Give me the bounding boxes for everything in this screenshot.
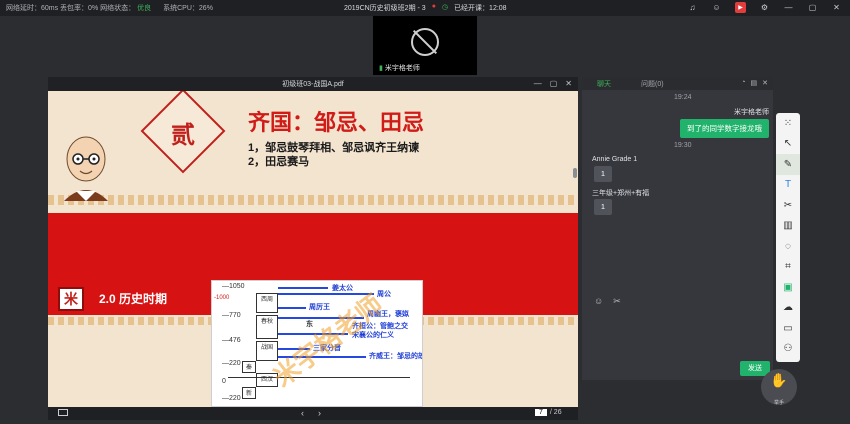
raise-hand-label: 举手 <box>773 400 784 406</box>
timeline-tick: —220 <box>222 395 241 402</box>
record-indicator-icon: ● <box>431 3 436 10</box>
tab-chat[interactable]: 聊天 <box>597 79 611 89</box>
scissors-icon[interactable]: ✂ <box>776 195 800 216</box>
timeline-label: 齐威王：邹忌的故事、田忌赛马 <box>369 353 422 360</box>
document-footer: ‹ › 7/ 26 <box>48 407 578 420</box>
bell-icon[interactable]: ♫ <box>687 2 698 13</box>
timeline-tick: —220 <box>222 360 241 367</box>
screenshot-icon[interactable]: ✂ <box>613 296 621 307</box>
document-titlebar: 初级班03-战国A.pdf — ▢ ✕ <box>48 77 578 91</box>
message-sender: 米宇格老师 <box>734 109 769 116</box>
minimize-icon[interactable]: — <box>534 79 542 88</box>
page-total: / 26 <box>549 409 562 416</box>
timeline-tick: —476 <box>222 337 241 344</box>
teacher-name-tag: ▮ 米宇格老师 <box>379 65 420 72</box>
pen-icon[interactable]: ✎ <box>776 154 800 175</box>
period-box: 西周 <box>256 293 278 313</box>
eraser-icon[interactable]: ◌ <box>776 236 800 257</box>
tab-questions[interactable]: 问题(0) <box>641 79 664 89</box>
timestamp: 19:30 <box>674 142 692 149</box>
message-bubble: 到了的同学数字接龙哦 <box>680 119 769 138</box>
timeline-tick: -1000 <box>214 295 230 301</box>
hand-icon: ✋ <box>770 372 788 388</box>
chat-panel: 聊天 问题(0) ◔ ▤ ✕ 19:24 米宇格老师 到了的同学数字接龙哦 19… <box>582 77 773 380</box>
timeline-arrow <box>278 307 306 309</box>
text-icon[interactable]: T <box>776 175 800 196</box>
chat-bubble-icon[interactable]: ▣ <box>776 277 800 298</box>
user-icon[interactable]: ☺ <box>711 2 722 13</box>
slide-point-2: 2，田忌赛马 <box>248 156 310 168</box>
trash-icon[interactable]: ▥ <box>776 216 800 237</box>
close-icon[interactable]: ✕ <box>565 79 572 88</box>
chat-bubble-icon[interactable]: ◔ <box>741 79 745 87</box>
group-icon[interactable]: ⚇ <box>776 339 800 360</box>
thumbnail-toggle-icon[interactable] <box>58 409 68 416</box>
message-sender: 三年级+郑州+有福 <box>592 190 650 197</box>
section-title: 2.0 历史时期 <box>99 292 168 306</box>
cloud-icon[interactable]: ☁ <box>776 298 800 319</box>
close-icon[interactable]: ✕ <box>831 2 842 13</box>
close-icon[interactable]: ✕ <box>762 79 768 87</box>
scrollbar[interactable] <box>573 168 577 178</box>
course-title: 2019CN历史初级班2期 - 3 <box>344 5 426 12</box>
teacher-cartoon-avatar <box>64 136 108 201</box>
document-viewer: 初级班03-战国A.pdf — ▢ ✕ 贰 齐国：邹忌、田忌 1，邹忌鼓琴拜相、… <box>48 77 578 420</box>
prev-page-icon[interactable]: ‹ <box>301 408 304 418</box>
timestamp: 19:24 <box>674 94 692 101</box>
pattern-border <box>48 195 578 205</box>
section-badge: 米 <box>58 287 84 311</box>
message-bubble: 1 <box>594 199 612 215</box>
minimize-icon[interactable]: — <box>783 2 794 13</box>
period-box: 春秋 <box>256 315 278 339</box>
next-page-icon[interactable]: › <box>318 408 321 418</box>
timeline-tick: —770 <box>222 312 241 319</box>
period-box: 秦 <box>242 361 256 373</box>
history-timeline: —1050 -1000 —770 —476 —220 0 —220 西周 春秋 … <box>211 280 423 407</box>
slide-canvas[interactable]: 贰 齐国：邹忌、田忌 1，邹忌鼓琴拜相、邹忌讽齐王纳谏 2，田忌赛马 米 2.0… <box>48 91 578 407</box>
timeline-label: 周厉王 <box>309 304 330 311</box>
document-icon[interactable]: ▤ <box>751 79 758 87</box>
whiteboard-toolbar: ⁙ ↖ ✎ T ✂ ▥ ◌ ⌗ ▣ ☁ ▭ ⚇ <box>776 113 800 362</box>
slide-title: 齐国：邹忌、田忌 <box>248 110 425 136</box>
timeline-label: 周公 <box>377 291 391 298</box>
raise-hand-button[interactable]: ✋ 举手 <box>761 369 797 406</box>
record-icon[interactable]: ▶ <box>735 2 746 13</box>
timeline-tick: —1050 <box>222 283 245 290</box>
document-filename: 初级班03-战国A.pdf <box>282 81 344 88</box>
page-input[interactable]: 7 <box>535 409 547 416</box>
timeline-tick: 0 <box>222 378 226 385</box>
camera-off-icon <box>411 28 439 56</box>
message-sender: Annie Grade 1 <box>592 156 638 163</box>
teacher-video[interactable]: ▮ 米宇格老师 <box>373 16 477 75</box>
section-number: 贰 <box>171 120 195 149</box>
maximize-icon[interactable]: ▢ <box>550 79 558 88</box>
timeline-arrow <box>278 287 328 289</box>
status-bar: 网络延时：60ms 丢包率：0% 网络状态： 优良 系统CPU：26% 2019… <box>0 0 850 16</box>
page-indicator: 7/ 26 <box>535 409 562 416</box>
timeline-label: 姜太公 <box>332 285 353 292</box>
network-status: 优良 <box>137 5 152 12</box>
message-bubble: 1 <box>594 166 612 182</box>
cpu-usage: 系统CPU：26% <box>163 5 213 12</box>
maximize-icon[interactable]: ▢ <box>807 2 818 13</box>
emoji-icon[interactable]: ☺ <box>594 296 603 307</box>
network-stats: 网络延时：60ms 丢包率：0% 网络状态： <box>6 5 136 12</box>
laser-pointer-icon[interactable]: ⁙ <box>776 113 800 134</box>
zero-line <box>228 377 410 378</box>
select-icon[interactable]: ↖ <box>776 134 800 155</box>
period-box: 新 <box>242 387 256 399</box>
chart-icon[interactable]: ⌗ <box>776 257 800 278</box>
class-time: 已经开课：12:08 <box>454 5 507 12</box>
gear-icon[interactable]: ⚙ <box>759 2 770 13</box>
toolbox-icon[interactable]: ▭ <box>776 318 800 339</box>
clock-icon: ◷ <box>441 4 449 11</box>
